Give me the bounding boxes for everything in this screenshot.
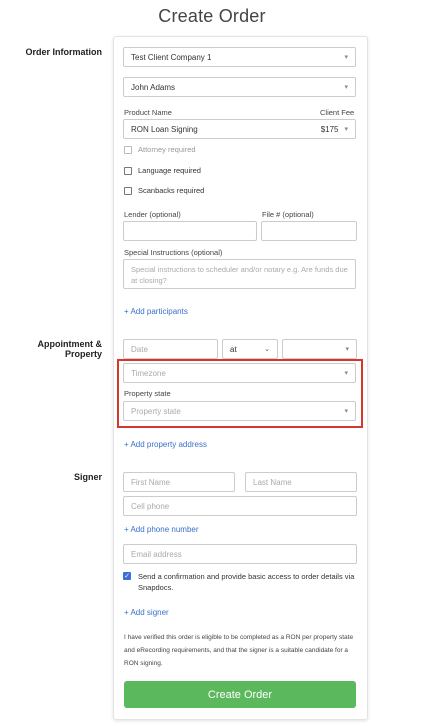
product-select[interactable]: RON Loan Signing $175 ▾ — [123, 119, 356, 139]
file-number-input[interactable] — [261, 221, 357, 241]
date-input[interactable]: Date — [123, 339, 218, 359]
confirmation-checkbox[interactable]: ✓ — [123, 572, 131, 580]
chevron-down-icon: ▾ — [344, 54, 348, 61]
add-phone-number-link[interactable]: + Add phone number — [124, 525, 199, 534]
special-instructions-label: Special Instructions (optional) — [124, 248, 223, 257]
contact-value: John Adams — [131, 82, 176, 92]
last-name-input[interactable]: Last Name — [245, 472, 357, 492]
contact-select[interactable]: John Adams ▾ — [123, 77, 356, 97]
attorney-required-checkbox[interactable] — [124, 145, 132, 154]
client-fee-label: Client Fee — [320, 108, 355, 117]
product-name-value: RON Loan Signing — [131, 124, 198, 134]
property-state-select[interactable]: Property state ▾ — [123, 401, 356, 421]
timezone-select[interactable]: Timezone ▾ — [123, 363, 356, 383]
file-number-label: File # (optional) — [262, 210, 314, 219]
chevron-down-icon: ▾ — [344, 370, 348, 377]
client-fee-value: $175 — [320, 124, 339, 134]
add-property-address-link[interactable]: + Add property address — [124, 440, 207, 449]
cell-phone-input[interactable]: Cell phone — [123, 496, 357, 516]
timezone-value: Timezone — [131, 368, 166, 378]
language-required-row: Language required — [124, 166, 201, 175]
attorney-required-row: Attorney required — [124, 145, 196, 154]
confirmation-label: Send a confirmation and provide basic ac… — [138, 572, 355, 592]
chevron-down-icon: ▾ — [344, 408, 348, 415]
lender-label: Lender (optional) — [124, 210, 181, 219]
at-select[interactable]: at ⌄ — [222, 339, 278, 359]
chevron-down-icon: ▾ — [344, 126, 348, 133]
special-instructions-textarea[interactable]: Special instructions to scheduler and/or… — [123, 259, 356, 289]
email-input[interactable]: Email address — [123, 544, 357, 564]
client-company-value: Test Client Company 1 — [131, 52, 212, 62]
property-state-value: Property state — [131, 406, 181, 416]
scanbacks-required-label: Scanbacks required — [138, 186, 205, 195]
chevron-down-icon: ▾ — [345, 346, 349, 353]
section-label-signer: Signer — [73, 472, 102, 482]
page-title: Create Order — [158, 6, 266, 26]
verification-text: I have verified this order is eligible t… — [124, 634, 354, 667]
confirmation-row: ✓ Send a confirmation and provide basic … — [123, 571, 357, 593]
scanbacks-required-row: Scanbacks required — [124, 186, 204, 195]
scanbacks-required-checkbox[interactable] — [124, 186, 132, 195]
chevron-down-icon: ▾ — [344, 84, 348, 91]
language-required-checkbox[interactable] — [124, 166, 132, 175]
at-value: at — [230, 344, 237, 354]
section-label-order-information: Order Information — [25, 47, 102, 57]
product-name-label: Product Name — [124, 108, 172, 117]
section-label-appointment-property: Appointment & Property — [37, 339, 103, 359]
first-name-input[interactable]: First Name — [123, 472, 235, 492]
add-signer-link[interactable]: + Add signer — [124, 608, 169, 617]
chevron-down-icon: ⌄ — [264, 346, 270, 353]
client-fee-group: $175 ▾ — [321, 125, 348, 134]
create-order-button[interactable]: Create Order — [124, 681, 356, 708]
add-participants-link[interactable]: + Add participants — [124, 307, 188, 316]
property-state-label: Property state — [124, 389, 171, 398]
attorney-required-label: Attorney required — [138, 145, 196, 154]
client-company-select[interactable]: Test Client Company 1 ▾ — [123, 47, 356, 67]
lender-input[interactable] — [123, 221, 257, 241]
time-select[interactable]: ▾ — [282, 339, 357, 359]
language-required-label: Language required — [138, 166, 201, 175]
